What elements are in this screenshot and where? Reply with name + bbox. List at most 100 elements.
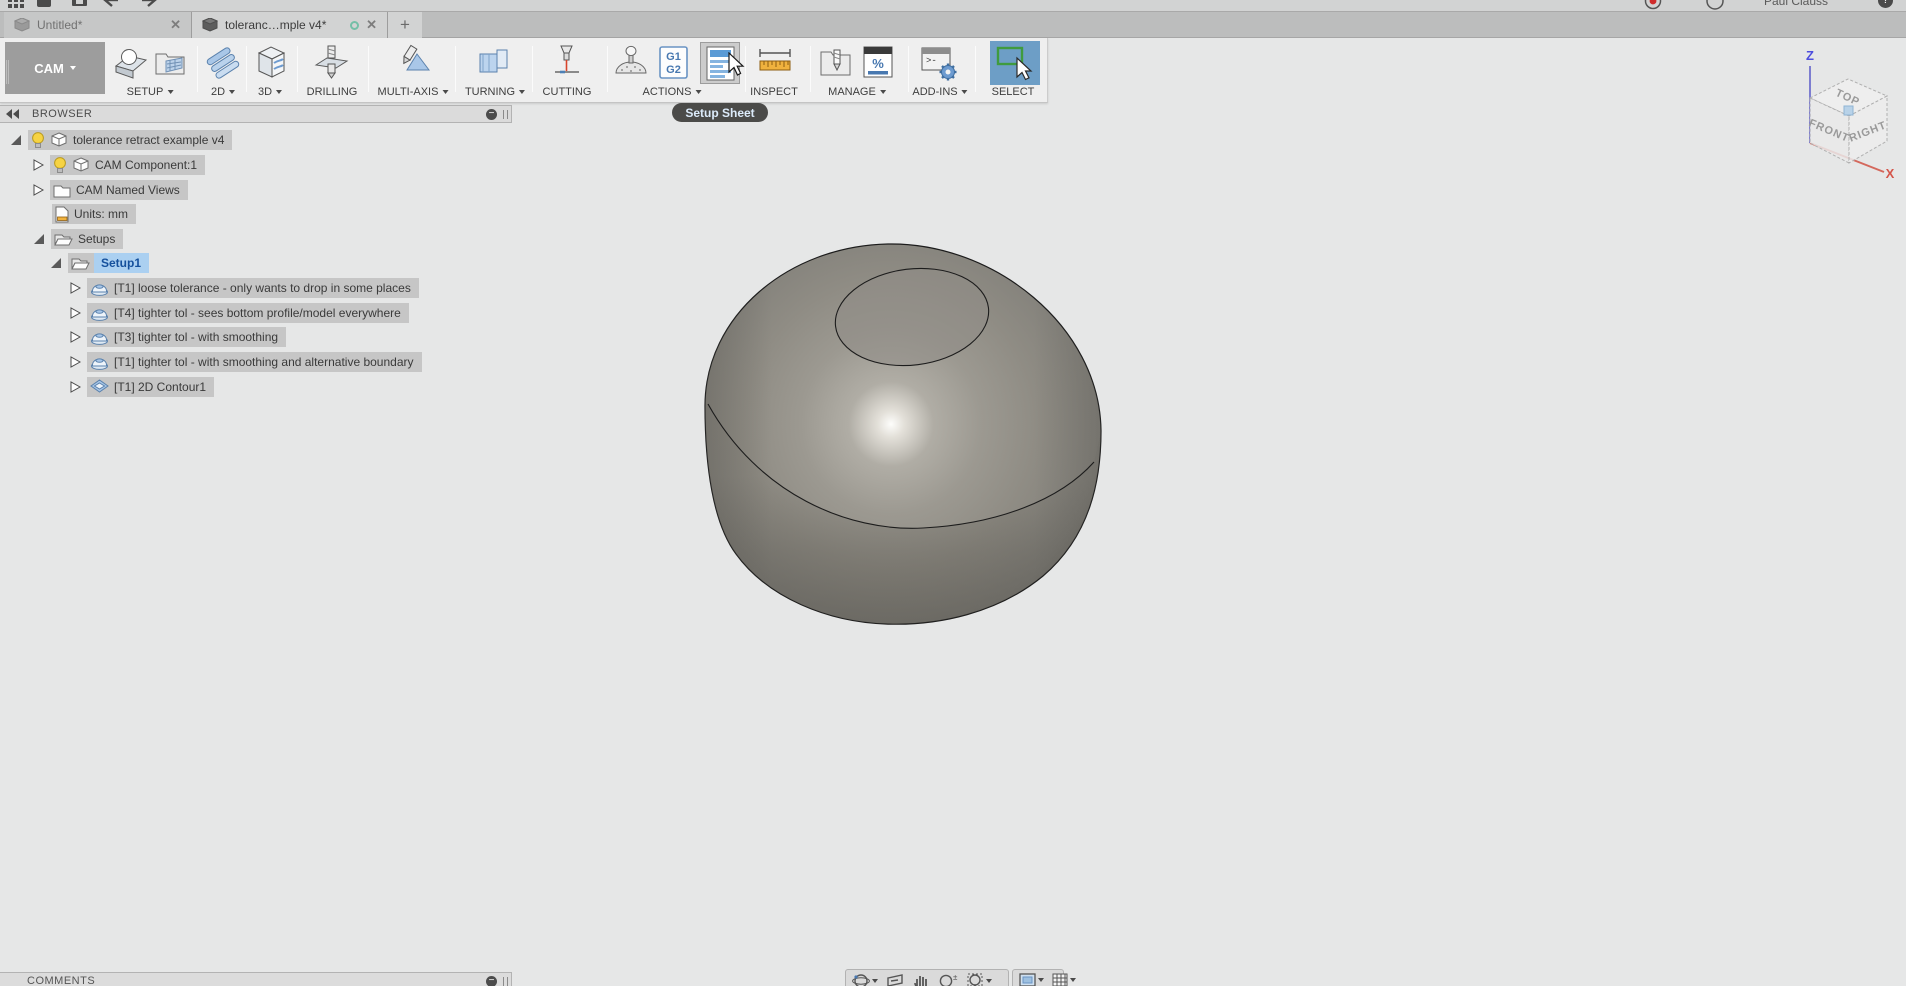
dropdown-caret-icon [1070,978,1076,982]
simulate-icon[interactable] [612,44,650,82]
grid-layout-button[interactable] [1052,973,1076,986]
tree-label[interactable]: Units: mm [74,207,128,221]
zoom-button[interactable]: ± [938,973,958,986]
tree-row-2d-contour[interactable]: [T1] 2D Contour1 [70,377,215,397]
tree-label-selected[interactable]: Setup1 [101,256,141,270]
collapsed-arrow-icon[interactable] [33,184,44,196]
minimize-panel-icon[interactable]: − [486,108,497,120]
new-folder-icon[interactable] [152,44,188,82]
tree-label[interactable]: CAM Component:1 [95,158,197,172]
post-library-icon[interactable]: % [860,44,896,82]
3d-milling-icon[interactable] [253,44,289,82]
expanded-arrow-icon[interactable] [33,233,45,245]
tree-row-setup1[interactable]: Setup1 [50,253,150,273]
2d-menu[interactable]: 2D [211,85,236,99]
document-cube-icon [202,18,218,32]
mouse-cursor [728,52,745,76]
inspect-icon[interactable] [757,44,793,82]
cutting-menu[interactable]: CUTTING [543,85,592,99]
collapsed-arrow-icon[interactable] [70,331,81,343]
collapsed-arrow-icon[interactable] [33,159,44,171]
select-button[interactable] [990,41,1040,85]
actions-menu[interactable]: ACTIONS [643,85,702,99]
expanded-arrow-icon[interactable] [10,134,22,146]
browser-panel-header[interactable]: BROWSER − [0,105,512,123]
cutting-icon[interactable] [549,44,585,82]
add-ins-icon[interactable]: >- [920,44,960,84]
3d-menu[interactable]: 3D [258,85,283,99]
setup-menu[interactable]: SETUP [127,85,174,99]
dropdown-caret-icon [229,90,236,94]
view-cube[interactable]: TOP FRONT RIGHT Z X [1786,46,1906,180]
collapsed-arrow-icon[interactable] [70,282,81,294]
tree-row-op1[interactable]: [T1] loose tolerance - only wants to dro… [70,278,419,298]
post-process-icon[interactable]: G1 G2 [656,44,692,82]
add-ins-menu[interactable]: ADD-INS [912,85,968,99]
tree-label[interactable]: Setups [78,232,115,246]
tree-label[interactable]: [T3] tighter tol - with smoothing [114,330,278,344]
toolbar-grip[interactable] [6,60,9,84]
close-tab-icon[interactable]: ✕ [170,17,181,33]
new-tab-button[interactable]: + [388,12,422,38]
redo-icon[interactable] [136,0,158,9]
tree-label[interactable]: [T4] tighter tol - sees bottom profile/m… [114,306,401,320]
drilling-menu[interactable]: DRILLING [307,85,358,99]
panel-resize-grip[interactable] [503,109,508,119]
collapsed-arrow-icon[interactable] [70,307,81,319]
help-icon[interactable]: ? [1878,0,1893,8]
2d-milling-icon[interactable] [205,44,241,82]
panel-resize-grip[interactable] [503,976,508,986]
user-name[interactable]: Paul Clauss [1764,0,1828,8]
save-icon[interactable] [72,0,88,9]
tree-row-op2[interactable]: [T4] tighter tol - sees bottom profile/m… [70,303,409,323]
user-menu-caret-icon[interactable] [1848,2,1854,11]
tree-label[interactable]: [T1] loose tolerance - only wants to dro… [114,281,411,295]
tool-library-icon[interactable] [818,44,854,82]
pan-button[interactable] [912,973,930,986]
tree-row-setups[interactable]: Setups [33,229,124,249]
x-axis-label: X [1886,166,1895,180]
collapse-panel-icon[interactable] [6,109,20,119]
close-tab-icon[interactable]: ✕ [366,17,377,33]
tree-row-op4[interactable]: [T1] tighter tol - with smoothing and al… [70,352,422,372]
collapsed-arrow-icon[interactable] [70,381,81,393]
model-dome-part[interactable] [698,236,1108,630]
tree-row-cam-component[interactable]: CAM Component:1 [33,155,206,175]
data-panel-icon[interactable] [37,0,52,9]
tab-label: toleranc…mple v4* [225,18,327,32]
visibility-bulb-icon[interactable] [53,156,67,174]
new-setup-icon[interactable] [113,44,149,82]
multi-axis-menu[interactable]: MULTI-AXIS [378,85,449,99]
tree-label[interactable]: [T1] tighter tol - with smoothing and al… [114,355,414,369]
orbit-button[interactable] [852,973,878,986]
tree-row-root[interactable]: tolerance retract example v4 [10,130,233,150]
inspect-menu[interactable]: INSPECT [750,85,798,99]
turning-menu[interactable]: TURNING [465,85,526,99]
tree-row-op3[interactable]: [T3] tighter tol - with smoothing [70,327,287,347]
tree-label[interactable]: CAM Named Views [76,183,180,197]
tree-label[interactable]: tolerance retract example v4 [73,133,224,147]
tree-row-units[interactable]: Units: mm [52,204,136,224]
workspace-selector[interactable]: CAM [5,42,105,94]
manage-menu[interactable]: MANAGE [828,85,886,99]
display-settings-button[interactable] [1019,973,1044,986]
undo-icon[interactable] [102,0,124,9]
tab-tolerance-retract-example[interactable]: toleranc…mple v4* ✕ [192,12,388,38]
fit-button[interactable] [966,973,992,986]
tab-untitled[interactable]: Untitled* ✕ [4,12,192,38]
collapsed-arrow-icon[interactable] [70,356,81,368]
2d-contour-icon [90,379,109,393]
avatar-icon[interactable] [1706,0,1724,10]
turning-icon[interactable] [477,44,515,82]
multi-axis-icon[interactable] [395,44,435,82]
expanded-arrow-icon[interactable] [50,257,62,269]
minimize-panel-icon[interactable]: − [486,975,497,986]
drilling-icon[interactable] [314,44,350,82]
screen-record-icon[interactable] [1644,0,1662,10]
comments-panel-header[interactable]: COMMENTS − [0,972,512,986]
visibility-bulb-icon[interactable] [31,131,45,149]
look-at-button[interactable] [886,973,904,986]
tree-label[interactable]: [T1] 2D Contour1 [114,380,206,394]
app-grid-icon[interactable] [8,0,24,9]
tree-row-named-views[interactable]: CAM Named Views [33,180,188,200]
